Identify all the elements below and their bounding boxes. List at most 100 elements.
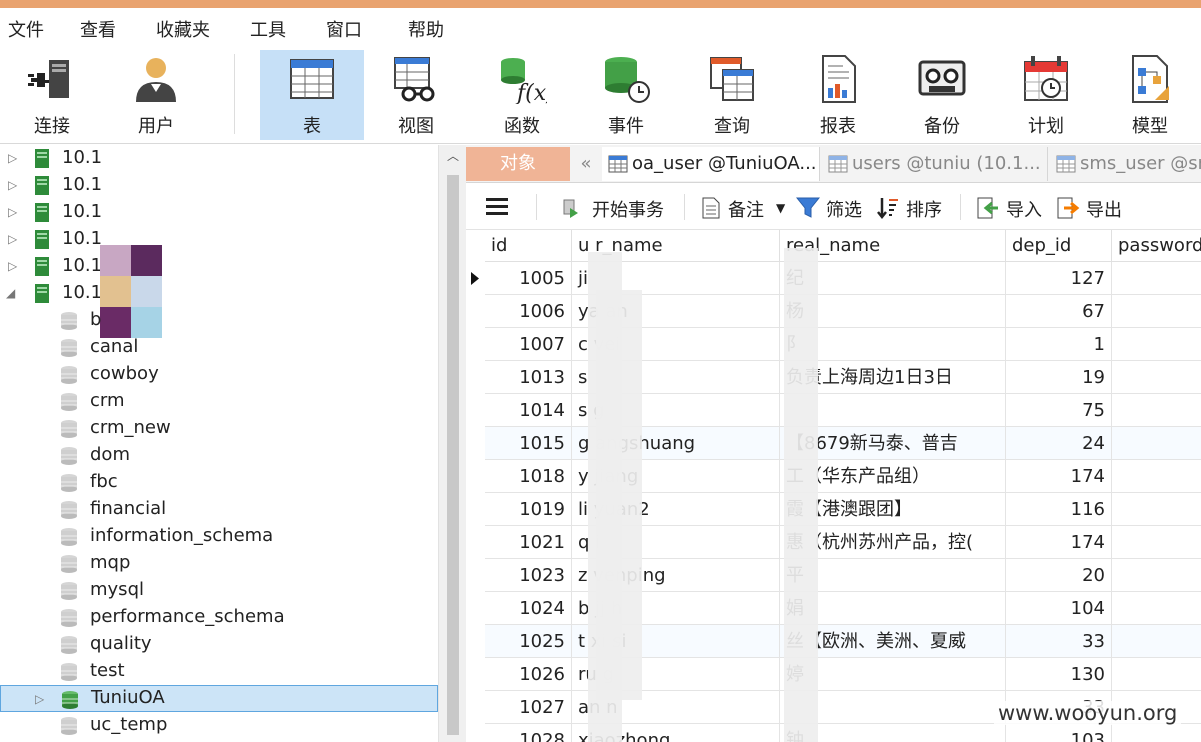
tree-database[interactable]: mysql: [0, 577, 438, 604]
cell-password[interactable]: [1112, 460, 1201, 493]
menu-window[interactable]: 窗口: [326, 16, 362, 42]
cell-password[interactable]: [1112, 262, 1201, 295]
filter-button[interactable]: 筛选: [826, 196, 862, 222]
row-indicator[interactable]: [466, 559, 485, 592]
tree-database[interactable]: fbc: [0, 469, 438, 496]
cell-id[interactable]: 1025: [485, 625, 572, 658]
cell-dep-id[interactable]: 104: [1006, 592, 1112, 625]
cell-dep-id[interactable]: 24: [1006, 427, 1112, 460]
tab-objects[interactable]: 对象: [466, 147, 570, 181]
row-indicator[interactable]: [466, 592, 485, 625]
cell-dep-id[interactable]: 75: [1006, 394, 1112, 427]
cell-id[interactable]: 1014: [485, 394, 572, 427]
import-button[interactable]: 导入: [1006, 196, 1042, 222]
cell-dep-id[interactable]: 20: [1006, 559, 1112, 592]
expand-arrow-icon[interactable]: ▷: [8, 259, 20, 273]
cell-password[interactable]: [1112, 592, 1201, 625]
cell-password[interactable]: [1112, 724, 1201, 742]
cell-id[interactable]: 1027: [485, 691, 572, 724]
cell-password[interactable]: [1112, 493, 1201, 526]
expand-arrow-icon[interactable]: ▷: [8, 151, 20, 165]
tree-database[interactable]: crm: [0, 388, 438, 415]
row-indicator[interactable]: [466, 295, 485, 328]
tree-database[interactable]: canal: [0, 334, 438, 361]
scrollbar-thumb[interactable]: [447, 175, 459, 735]
backup-button[interactable]: 备份: [890, 50, 994, 140]
cell-id[interactable]: 1023: [485, 559, 572, 592]
tree-server[interactable]: ▷ 10.1: [0, 253, 438, 280]
cell-password[interactable]: [1112, 295, 1201, 328]
tree-database[interactable]: dom: [0, 442, 438, 469]
cell-id[interactable]: 1005: [485, 262, 572, 295]
row-indicator[interactable]: [466, 658, 485, 691]
cell-id[interactable]: 1021: [485, 526, 572, 559]
collapse-arrow-icon[interactable]: ◢: [6, 286, 18, 300]
query-button[interactable]: 查询: [680, 50, 784, 140]
export-button[interactable]: 导出: [1086, 196, 1122, 222]
cell-dep-id[interactable]: 130: [1006, 658, 1112, 691]
row-indicator[interactable]: [466, 328, 485, 361]
tree-database[interactable]: cowboy: [0, 361, 438, 388]
cell-password[interactable]: [1112, 625, 1201, 658]
cell-dep-id[interactable]: 116: [1006, 493, 1112, 526]
column-header-password[interactable]: password: [1112, 230, 1201, 262]
row-indicator[interactable]: [466, 724, 485, 742]
cell-password[interactable]: [1112, 658, 1201, 691]
expand-arrow-icon[interactable]: ▷: [35, 692, 47, 706]
current-row-indicator-icon[interactable]: [466, 262, 485, 295]
cell-id[interactable]: 1018: [485, 460, 572, 493]
cell-password[interactable]: [1112, 394, 1201, 427]
cell-id[interactable]: 1006: [485, 295, 572, 328]
tree-server-expanded[interactable]: ◢ 10.1: [0, 280, 438, 307]
expand-arrow-icon[interactable]: ▷: [8, 205, 20, 219]
menu-help[interactable]: 帮助: [408, 16, 444, 42]
row-indicator[interactable]: [466, 625, 485, 658]
tree-server[interactable]: ▷ 10.1: [0, 172, 438, 199]
cell-id[interactable]: 1013: [485, 361, 572, 394]
table-button[interactable]: 表: [260, 50, 364, 140]
cell-dep-id[interactable]: 174: [1006, 460, 1112, 493]
cell-dep-id[interactable]: 103: [1006, 724, 1112, 742]
tree-server[interactable]: ▷ 10.1: [0, 145, 438, 172]
note-button[interactable]: 备注: [728, 196, 764, 222]
cell-dep-id[interactable]: 127: [1006, 262, 1112, 295]
cell-password[interactable]: [1112, 427, 1201, 460]
row-indicator[interactable]: [466, 460, 485, 493]
row-indicator[interactable]: [466, 526, 485, 559]
cell-id[interactable]: 1028: [485, 724, 572, 742]
menu-favorites[interactable]: 收藏夹: [156, 16, 210, 42]
tree-database[interactable]: performance_schema: [0, 604, 438, 631]
schedule-button[interactable]: 计划: [994, 50, 1098, 140]
row-indicator[interactable]: [466, 394, 485, 427]
menu-tools[interactable]: 工具: [250, 16, 286, 42]
tree-database[interactable]: test: [0, 658, 438, 685]
tree-server[interactable]: ▷ 10.1: [0, 199, 438, 226]
tree-database[interactable]: crm_new: [0, 415, 438, 442]
view-button[interactable]: 视图: [364, 50, 468, 140]
user-button[interactable]: 用户: [104, 50, 208, 140]
tree-database[interactable]: financial: [0, 496, 438, 523]
row-indicator[interactable]: [466, 691, 485, 724]
cell-password[interactable]: [1112, 559, 1201, 592]
menu-file[interactable]: 文件: [8, 16, 44, 42]
tree-database[interactable]: b: [0, 307, 438, 334]
cell-password[interactable]: [1112, 361, 1201, 394]
row-indicator[interactable]: [466, 427, 485, 460]
cell-id[interactable]: 1015: [485, 427, 572, 460]
tree-server[interactable]: ▷ 10.1: [0, 226, 438, 253]
cell-id[interactable]: 1007: [485, 328, 572, 361]
sort-button[interactable]: 排序: [906, 196, 942, 222]
tab-sms-user[interactable]: sms_user @sn: [1050, 147, 1201, 181]
cell-password[interactable]: [1112, 526, 1201, 559]
tree-scrollbar[interactable]: ︿: [438, 145, 466, 742]
cell-dep-id[interactable]: 67: [1006, 295, 1112, 328]
cell-dep-id[interactable]: 1: [1006, 328, 1112, 361]
report-button[interactable]: 报表: [786, 50, 890, 140]
model-button[interactable]: 模型: [1098, 50, 1201, 140]
cell-dep-id[interactable]: 174: [1006, 526, 1112, 559]
column-header-dep-id[interactable]: dep_id: [1006, 230, 1112, 262]
cell-dep-id[interactable]: 33: [1006, 625, 1112, 658]
row-indicator[interactable]: [466, 493, 485, 526]
tree-database[interactable]: mqp: [0, 550, 438, 577]
column-header-id[interactable]: id: [485, 230, 572, 262]
